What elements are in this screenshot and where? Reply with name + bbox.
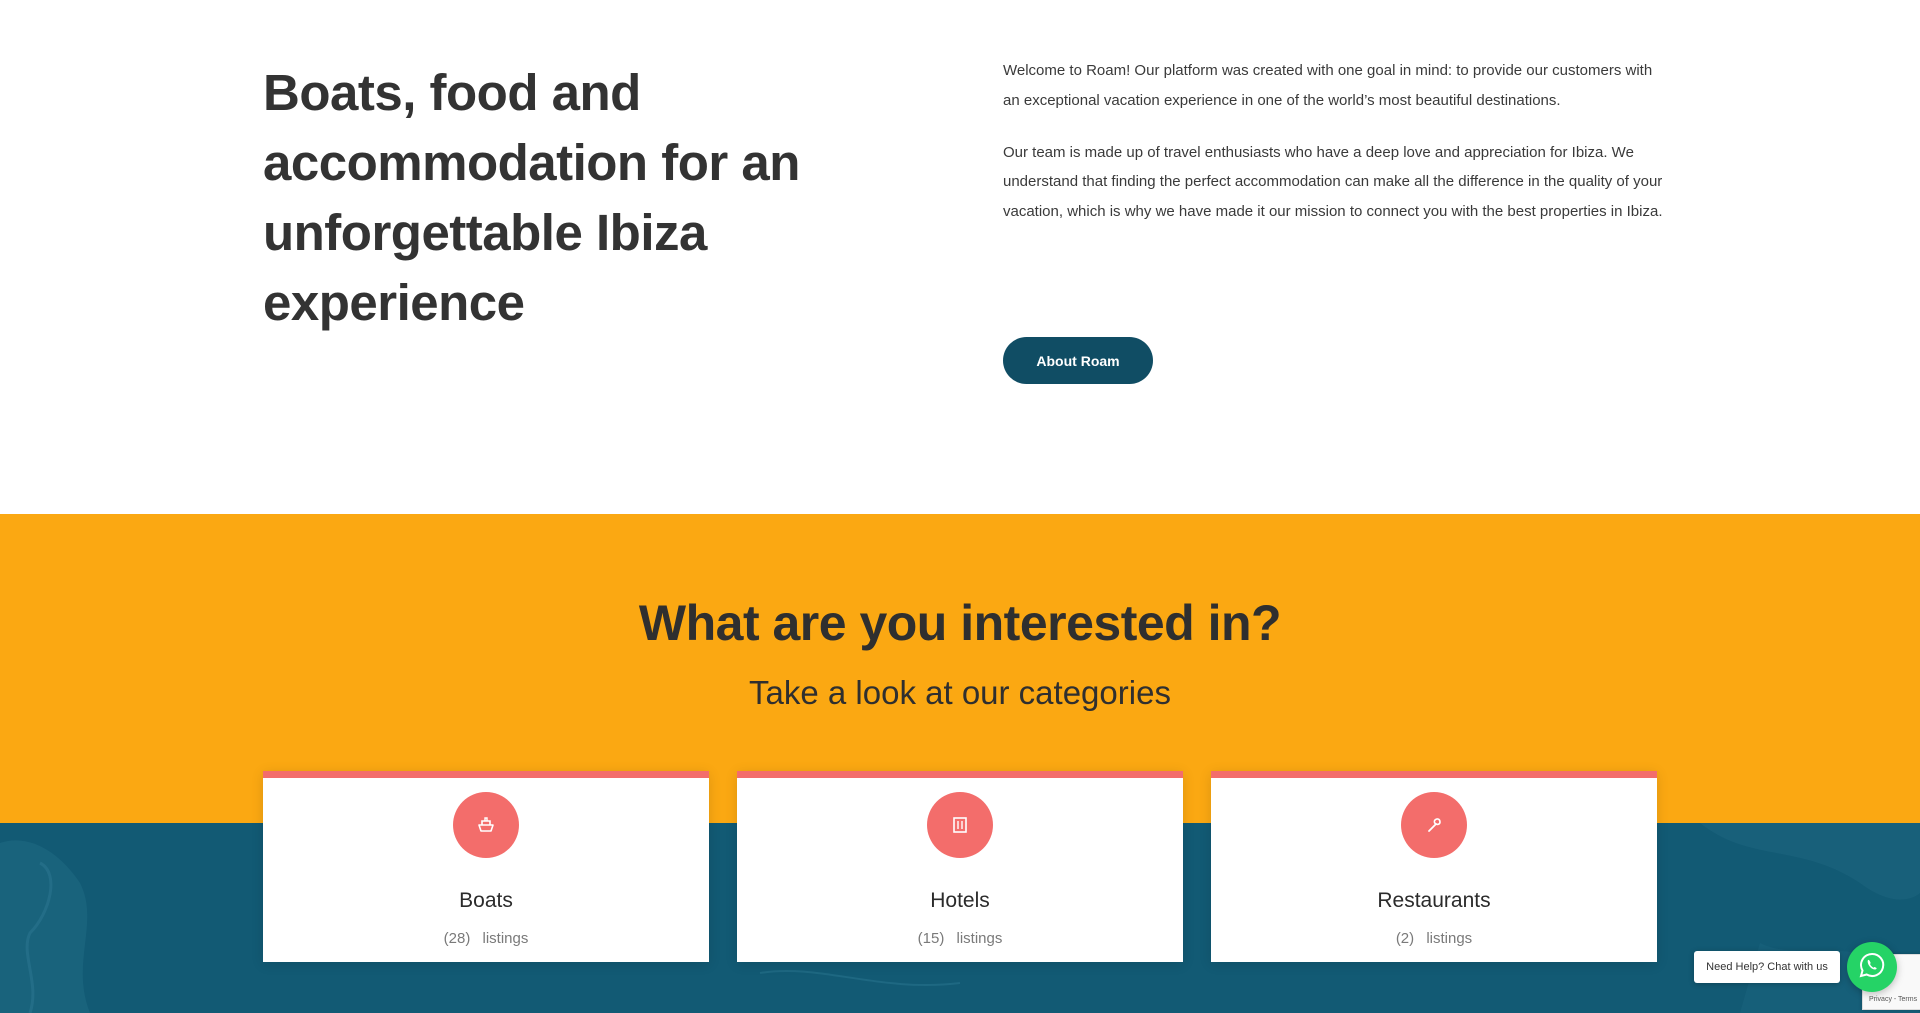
categories-section: What are you interested in? Take a look … xyxy=(0,514,1920,1013)
category-card-restaurants[interactable]: Restaurants (2) listings xyxy=(1211,771,1657,962)
about-roam-button[interactable]: About Roam xyxy=(1003,337,1153,384)
intro-text: Welcome to Roam! Our platform was create… xyxy=(1003,56,1663,249)
categories-subtitle: Take a look at our categories xyxy=(749,674,1171,711)
category-count-value: (2) xyxy=(1395,930,1415,947)
category-count-value: (28) xyxy=(443,930,471,947)
category-count-value: (15) xyxy=(917,930,945,947)
category-count-label: listings xyxy=(956,930,1003,947)
categories-title: What are you interested in? xyxy=(638,595,1282,651)
whatsapp-icon xyxy=(1858,951,1886,984)
category-count-label: listings xyxy=(1426,930,1473,947)
category-count-label: listings xyxy=(482,930,529,947)
category-card-hotels[interactable]: Hotels (15) listings xyxy=(737,771,1183,962)
whatsapp-chat-button[interactable] xyxy=(1847,942,1897,992)
intro-section: Boats, food and accommodation for an unf… xyxy=(0,0,1920,514)
intro-paragraph-2: Our team is made up of travel enthusiast… xyxy=(1003,143,1663,221)
building-icon xyxy=(927,792,993,858)
chat-help-label[interactable]: Need Help? Chat with us xyxy=(1694,951,1840,983)
category-count: (15) listings xyxy=(737,930,1183,947)
category-count: (2) listings xyxy=(1211,930,1657,947)
category-name: Restaurants xyxy=(1377,889,1491,912)
category-name: Boats xyxy=(459,889,513,912)
category-name: Hotels xyxy=(930,889,990,912)
intro-title: Boats, food and accommodation for an unf… xyxy=(263,64,800,331)
boat-icon xyxy=(453,792,519,858)
category-count: (28) listings xyxy=(263,930,709,947)
intro-paragraph-1: Welcome to Roam! Our platform was create… xyxy=(1003,62,1653,109)
category-card-boats[interactable]: Boats (28) listings xyxy=(263,771,709,962)
recaptcha-links[interactable]: Privacy - Terms xyxy=(1869,996,1917,1003)
utensil-icon xyxy=(1401,792,1467,858)
